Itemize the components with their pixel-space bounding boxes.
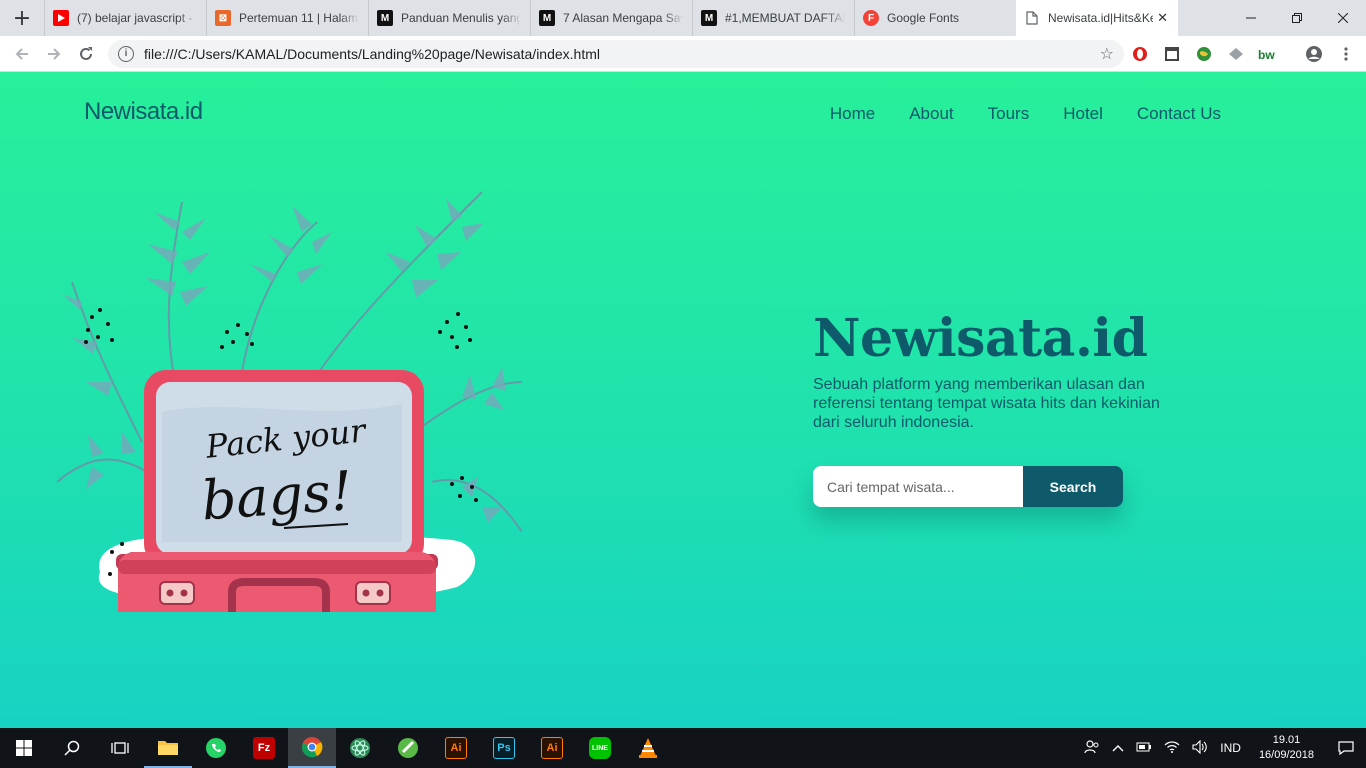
menu-kebab-icon[interactable] — [1330, 38, 1362, 70]
vlc-icon[interactable] — [624, 728, 672, 768]
clock-time: 19.01 — [1272, 734, 1301, 746]
chevron-up-icon[interactable] — [1106, 741, 1130, 755]
people-icon[interactable] — [1078, 739, 1106, 758]
nav-hotel[interactable]: Hotel — [1063, 104, 1103, 124]
clock[interactable]: 19.01 16/09/2018 — [1247, 733, 1326, 763]
nav-tours[interactable]: Tours — [988, 104, 1030, 124]
bags-text: bags! — [200, 459, 355, 532]
minimize-icon[interactable] — [1228, 0, 1274, 36]
close-icon[interactable]: ✕ — [1157, 11, 1168, 26]
restore-icon[interactable] — [1274, 0, 1320, 36]
illustrator-icon-2[interactable]: Ai — [528, 728, 576, 768]
main-nav: Home About Tours Hotel Contact Us — [830, 104, 1221, 124]
language-indicator[interactable]: IND — [1214, 741, 1247, 755]
tab-google-fonts[interactable]: F Google Fonts — [854, 0, 1016, 36]
url-text: file:///C:/Users/KAMAL/Documents/Landing… — [144, 45, 600, 62]
clock-date: 16/09/2018 — [1258, 749, 1314, 761]
tab-daftar[interactable]: M #1,MEMBUAT DAFTAR — [692, 0, 854, 36]
atom-icon[interactable] — [336, 728, 384, 768]
sublime-green-icon[interactable] — [384, 728, 432, 768]
brand-logo[interactable]: Newisata.id — [84, 98, 203, 126]
filezilla-icon[interactable]: Fz — [240, 728, 288, 768]
info-icon[interactable]: i — [118, 45, 134, 62]
search-form: Search — [813, 466, 1123, 507]
nav-about[interactable]: About — [909, 104, 953, 124]
bookmark-star-icon[interactable]: ☆ — [1100, 44, 1114, 63]
tab-alasan[interactable]: M 7 Alasan Mengapa Saya — [530, 0, 692, 36]
reload-icon[interactable] — [70, 38, 102, 70]
page-icon — [1024, 10, 1040, 26]
chrome-icon[interactable] — [288, 728, 336, 768]
forward-arrow-icon[interactable] — [38, 38, 70, 70]
address-bar[interactable]: i file:///C:/Users/KAMAL/Documents/Landi… — [108, 39, 1124, 68]
search-button[interactable]: Search — [1023, 466, 1123, 507]
hero-title: Newisata.id — [813, 308, 1148, 369]
medium-icon: M — [377, 10, 393, 26]
window-controls — [1228, 0, 1366, 36]
back-arrow-icon[interactable] — [6, 38, 38, 70]
notification-icon[interactable] — [1326, 728, 1366, 768]
search-icon[interactable] — [48, 728, 96, 768]
photoshop-icon[interactable]: Ps — [480, 728, 528, 768]
windows-taskbar: Fz Ai Ps Ai LINE IND 19.01 16/09/2018 — [0, 728, 1366, 768]
suitcase-illustration: Pack your bags! — [56, 191, 522, 612]
landing-page: Newisata.id Home About Tours Hotel Conta… — [0, 72, 1366, 728]
whatsapp-icon[interactable] — [192, 728, 240, 768]
browser-tab-strip: + (7) belajar javascript - YouTube ⊠ Per… — [0, 0, 1366, 36]
task-view-icon[interactable] — [96, 728, 144, 768]
nav-home[interactable]: Home — [830, 104, 875, 124]
line-icon[interactable]: LINE — [576, 728, 624, 768]
system-tray: IND 19.01 16/09/2018 — [1078, 728, 1366, 768]
battery-icon[interactable] — [1130, 741, 1158, 755]
opera-extension-icon[interactable] — [1124, 38, 1156, 70]
close-window-icon[interactable] — [1320, 0, 1366, 36]
profile-icon[interactable] — [1298, 38, 1330, 70]
windows-start-icon[interactable] — [0, 728, 48, 768]
layers-extension-icon[interactable] — [1220, 38, 1252, 70]
illustrator-icon[interactable]: Ai — [432, 728, 480, 768]
search-input[interactable] — [813, 466, 1023, 507]
google-fonts-icon: F — [863, 10, 879, 26]
codeigniter-icon: ⊠ — [215, 10, 231, 26]
svg-text:bw: bw — [1258, 48, 1275, 60]
globe-extension-icon[interactable] — [1188, 38, 1220, 70]
medium-icon: M — [539, 10, 555, 26]
volume-icon[interactable] — [1186, 739, 1214, 757]
browser-toolbar: i file:///C:/Users/KAMAL/Documents/Landi… — [0, 36, 1366, 72]
youtube-icon — [53, 10, 69, 26]
tab-title: Newisata.id|Hits&Kekinian — [1048, 11, 1153, 25]
bw-extension-icon[interactable]: bw — [1252, 38, 1284, 70]
file-explorer-icon[interactable] — [144, 728, 192, 768]
new-tab-button[interactable]: + — [0, 0, 44, 36]
nav-contact-us[interactable]: Contact Us — [1137, 104, 1221, 124]
tab-panduan[interactable]: M Panduan Menulis yang — [368, 0, 530, 36]
tab-newisata[interactable]: Newisata.id|Hits&Kekinian ✕ — [1016, 0, 1178, 36]
medium-icon: M — [701, 10, 717, 26]
window-extension-icon[interactable] — [1156, 38, 1188, 70]
tab-youtube[interactable]: (7) belajar javascript - YouTube — [44, 0, 206, 36]
hero-description: Sebuah platform yang memberikan ulasan d… — [813, 376, 1160, 431]
wifi-icon[interactable] — [1158, 740, 1186, 756]
tab-pertemuan[interactable]: ⊠ Pertemuan 11 | Halaman — [206, 0, 368, 36]
